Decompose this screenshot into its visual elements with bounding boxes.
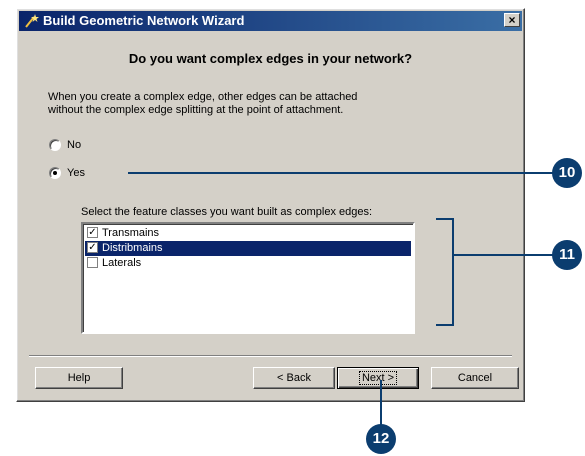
callout-12-badge: 12 xyxy=(366,424,396,454)
callout-12-line xyxy=(380,380,382,426)
radio-no-label: No xyxy=(67,139,82,151)
close-button[interactable]: × xyxy=(504,13,520,27)
close-icon: × xyxy=(508,13,516,27)
back-button[interactable]: < Back xyxy=(253,367,335,389)
feature-classes-label: Select the feature classes you want buil… xyxy=(81,206,373,218)
cancel-button[interactable]: Cancel xyxy=(431,367,519,389)
list-item-label: Distribmains xyxy=(102,242,163,254)
help-button[interactable]: Help xyxy=(35,367,123,389)
laterals-checkbox[interactable] xyxy=(87,257,98,268)
callout-11-line xyxy=(454,254,554,256)
wizard-dialog: Build Geometric Network Wizard × Do you … xyxy=(16,8,525,402)
description-line-1: When you create a complex edge, other ed… xyxy=(48,91,358,103)
list-item-distribmains[interactable]: ✓ Distribmains xyxy=(85,241,411,256)
next-button-label: Next > xyxy=(356,368,400,388)
callout-10-line xyxy=(128,172,558,174)
wizard-wand-icon xyxy=(25,14,39,28)
page-heading: Do you want complex edges in your networ… xyxy=(128,51,413,66)
transmains-checkbox[interactable]: ✓ xyxy=(87,227,98,238)
title-bar[interactable]: Build Geometric Network Wizard × xyxy=(19,11,522,31)
callout-11-bracket xyxy=(436,218,454,326)
next-button[interactable]: Next > xyxy=(337,367,419,389)
list-item-label: Laterals xyxy=(102,257,142,269)
list-item-label: Transmains xyxy=(102,227,160,239)
description-text: When you create a complex edge, other ed… xyxy=(48,91,468,117)
callout-11-badge: 11 xyxy=(552,240,582,270)
window-title: Build Geometric Network Wizard xyxy=(43,13,245,28)
radio-yes-label: Yes xyxy=(67,167,85,179)
divider xyxy=(29,355,512,357)
feature-classes-list[interactable]: ✓ Transmains ✓ Distribmains Laterals xyxy=(81,222,415,334)
radio-yes-button[interactable] xyxy=(49,167,61,179)
list-item-laterals[interactable]: Laterals xyxy=(85,256,411,271)
callout-10-badge: 10 xyxy=(552,158,582,188)
description-line-2: without the complex edge splitting at th… xyxy=(48,104,344,116)
radio-no-button[interactable] xyxy=(49,139,61,151)
list-item-transmains[interactable]: ✓ Transmains xyxy=(85,226,411,241)
distribmains-checkbox[interactable]: ✓ xyxy=(87,242,98,253)
